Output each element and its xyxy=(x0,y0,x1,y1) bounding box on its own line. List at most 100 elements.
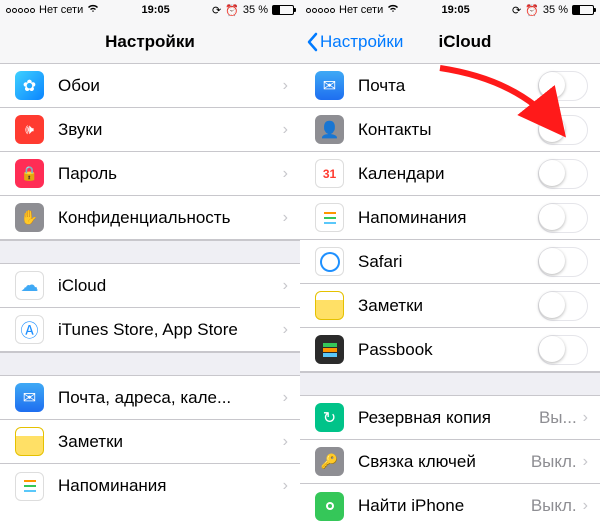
icloud-icon: ☁ xyxy=(15,271,44,300)
safari-icon xyxy=(315,247,344,276)
settings-row-notes[interactable]: Заметки › xyxy=(0,420,300,464)
settings-row-passcode[interactable]: 🔒 Пароль › xyxy=(0,152,300,196)
mail-icon: ✉ xyxy=(315,71,344,100)
row-detail: Выкл. xyxy=(531,496,577,516)
row-label: Звуки xyxy=(58,120,283,140)
battery-pct: 35 % xyxy=(243,4,268,16)
icloud-row-mail[interactable]: ✉ Почта xyxy=(300,64,600,108)
chevron-right-icon: › xyxy=(283,165,288,183)
wallpaper-icon: ✿ xyxy=(15,71,44,100)
icloud-row-contacts[interactable]: 👤 Контакты xyxy=(300,108,600,152)
alarm-icon: ⏰ xyxy=(225,4,239,17)
back-button[interactable]: Настройки xyxy=(306,20,403,64)
notes-icon xyxy=(15,427,44,456)
rotation-lock-icon: ⟳ xyxy=(212,4,221,17)
contacts-icon: 👤 xyxy=(315,115,344,144)
chevron-left-icon xyxy=(306,32,318,52)
reminders-icon xyxy=(315,203,344,232)
notes-toggle[interactable] xyxy=(538,291,588,321)
icloud-row-notes[interactable]: Заметки xyxy=(300,284,600,328)
icloud-row-passbook[interactable]: Passbook xyxy=(300,328,600,372)
signal-icon xyxy=(6,8,35,13)
battery-pct: 35 % xyxy=(543,4,568,16)
safari-toggle[interactable] xyxy=(538,247,588,277)
settings-row-sounds[interactable]: 🕪 Звуки › xyxy=(0,108,300,152)
row-label: Связка ключей xyxy=(358,452,531,472)
chevron-right-icon: › xyxy=(583,409,588,427)
icloud-row-safari[interactable]: Safari xyxy=(300,240,600,284)
battery-icon xyxy=(572,5,594,15)
nav-bar: Настройки iCloud xyxy=(300,20,600,64)
row-label: iCloud xyxy=(58,276,283,296)
calendars-icon: 31 xyxy=(315,159,344,188)
chevron-right-icon: › xyxy=(583,453,588,471)
icloud-row-backup[interactable]: ↻ Резервная копия Вы... › xyxy=(300,396,600,440)
icloud-row-reminders[interactable]: Напоминания xyxy=(300,196,600,240)
rotation-lock-icon: ⟳ xyxy=(512,4,521,17)
settings-screen: Нет сети 19:05 ⟳ ⏰ 35 % Настройки ✿ Обои… xyxy=(0,0,300,524)
row-label: Пароль xyxy=(58,164,283,184)
row-label: Обои xyxy=(58,76,283,96)
row-detail: Вы... xyxy=(539,408,577,428)
settings-row-privacy[interactable]: ✋ Конфиденциальность › xyxy=(0,196,300,240)
itunes-icon: Ⓐ xyxy=(15,315,44,344)
reminders-toggle[interactable] xyxy=(538,203,588,233)
carrier-label: Нет сети xyxy=(39,4,83,16)
notes-icon xyxy=(315,291,344,320)
row-label: Заметки xyxy=(358,296,538,316)
row-label: Конфиденциальность xyxy=(58,208,283,228)
contacts-toggle[interactable] xyxy=(538,115,588,145)
chevron-right-icon: › xyxy=(283,389,288,407)
row-label: Safari xyxy=(358,252,538,272)
chevron-right-icon: › xyxy=(283,433,288,451)
chevron-right-icon: › xyxy=(283,121,288,139)
signal-icon xyxy=(306,8,335,13)
row-label: Почта, адреса, кале... xyxy=(58,388,283,408)
chevron-right-icon: › xyxy=(283,209,288,227)
mail-icon: ✉ xyxy=(15,383,44,412)
group-separator xyxy=(0,240,300,264)
row-label: Passbook xyxy=(358,340,538,360)
page-title: Настройки xyxy=(0,32,300,52)
mail-toggle[interactable] xyxy=(538,71,588,101)
icloud-row-calendars[interactable]: 31 Календари xyxy=(300,152,600,196)
icloud-row-keychain[interactable]: 🔑 Связка ключей Выкл. › xyxy=(300,440,600,484)
carrier-label: Нет сети xyxy=(339,4,383,16)
passbook-toggle[interactable] xyxy=(538,335,588,365)
reminders-icon xyxy=(15,472,44,501)
battery-icon xyxy=(272,5,294,15)
settings-row-icloud[interactable]: ☁ iCloud › xyxy=(0,264,300,308)
settings-row-wallpaper[interactable]: ✿ Обои › xyxy=(0,64,300,108)
wifi-icon xyxy=(87,4,99,16)
row-label: Контакты xyxy=(358,120,538,140)
settings-row-itunes[interactable]: Ⓐ iTunes Store, App Store › xyxy=(0,308,300,352)
privacy-icon: ✋ xyxy=(15,203,44,232)
row-label: Календари xyxy=(358,164,538,184)
calendars-toggle[interactable] xyxy=(538,159,588,189)
row-label: Заметки xyxy=(58,432,283,452)
row-label: Почта xyxy=(358,76,538,96)
chevron-right-icon: › xyxy=(283,321,288,339)
group-separator xyxy=(300,372,600,396)
row-label: Напоминания xyxy=(58,476,283,496)
status-bar: Нет сети 19:05 ⟳ ⏰ 35 % xyxy=(300,0,600,20)
group-separator xyxy=(0,352,300,376)
wifi-icon xyxy=(387,4,399,16)
icloud-list[interactable]: ✉ Почта 👤 Контакты 31 Календари Напомина… xyxy=(300,64,600,524)
settings-row-mailcal[interactable]: ✉ Почта, адреса, кале... › xyxy=(0,376,300,420)
row-label: Напоминания xyxy=(358,208,538,228)
chevron-right-icon: › xyxy=(283,277,288,295)
chevron-right-icon: › xyxy=(283,477,288,495)
status-bar: Нет сети 19:05 ⟳ ⏰ 35 % xyxy=(0,0,300,20)
status-time: 19:05 xyxy=(142,4,170,16)
chevron-right-icon: › xyxy=(283,77,288,95)
icloud-row-findphone[interactable]: Найти iPhone Выкл. › xyxy=(300,484,600,524)
sounds-icon: 🕪 xyxy=(15,115,44,144)
passbook-icon xyxy=(315,335,344,364)
chevron-right-icon: › xyxy=(583,497,588,515)
keychain-icon: 🔑 xyxy=(315,447,344,476)
row-label: Резервная копия xyxy=(358,408,539,428)
settings-row-reminders[interactable]: Напоминания › xyxy=(0,464,300,508)
settings-list[interactable]: ✿ Обои › 🕪 Звуки › 🔒 Пароль › ✋ Конфиден… xyxy=(0,64,300,524)
alarm-icon: ⏰ xyxy=(525,4,539,17)
